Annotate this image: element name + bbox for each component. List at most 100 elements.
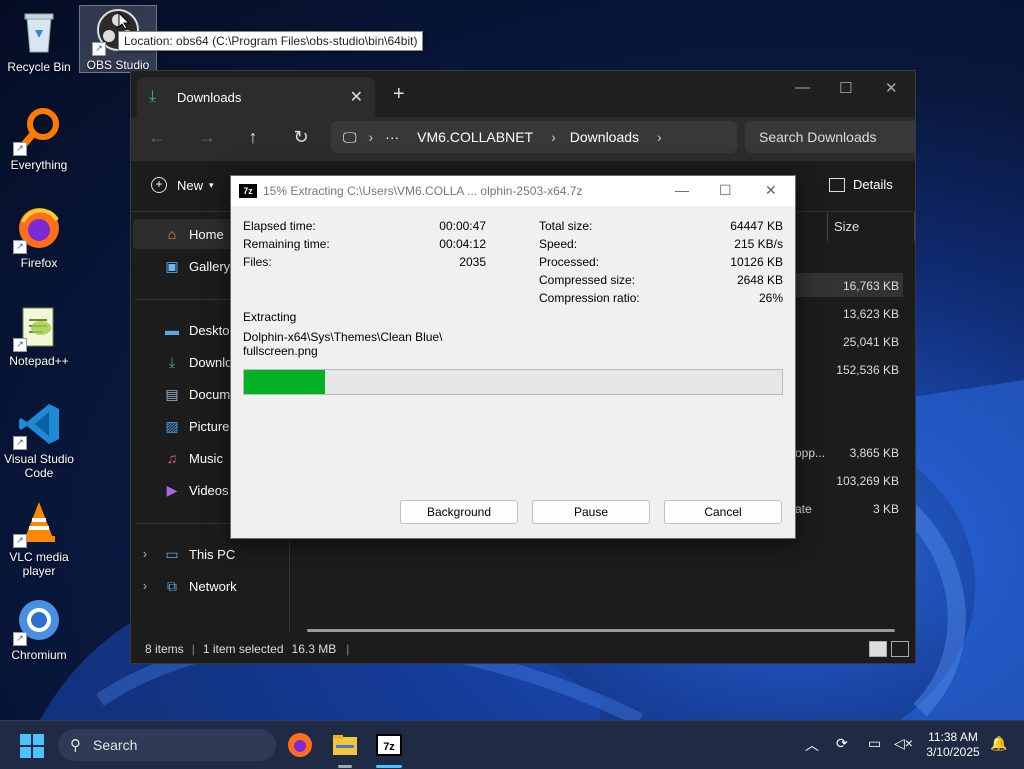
back-button[interactable]: ← xyxy=(145,127,169,148)
progress-bar xyxy=(243,369,783,395)
tab-downloads[interactable]: ⤓ Downloads ✕ xyxy=(137,77,375,117)
progress-bar-fill xyxy=(244,370,325,394)
pause-button[interactable]: Pause xyxy=(532,500,650,524)
vscode-icon: ↗ xyxy=(13,400,63,450)
maximize-button[interactable]: ☐ xyxy=(719,182,732,199)
search-input[interactable]: Search Downloads xyxy=(745,121,915,153)
desktop-icon-vscode[interactable]: ↗ Visual Studio Code xyxy=(1,400,77,480)
shortcut-arrow-icon: ↗ xyxy=(13,534,27,548)
sidebar-item-label: Pictures xyxy=(189,418,236,434)
clock-date: 3/10/2025 xyxy=(926,745,980,759)
horizontal-scrollbar[interactable] xyxy=(307,629,895,632)
details-button[interactable]: Details xyxy=(829,177,893,192)
documents-icon: ▤ xyxy=(165,386,179,402)
file-size: 103,269 KB xyxy=(836,474,899,488)
minimize-button[interactable]: — xyxy=(795,79,810,96)
forward-button[interactable]: → xyxy=(195,127,219,148)
tooltip: Location: obs64 (C:\Program Files\obs-st… xyxy=(118,31,424,51)
maximize-button[interactable]: ☐ xyxy=(839,79,852,97)
breadcrumb-downloads[interactable]: Downloads xyxy=(570,129,639,145)
speed-value: 215 KB/s xyxy=(734,237,783,251)
volume-muted-icon[interactable]: ◁× xyxy=(894,735,913,752)
current-file-path: Dolphin-x64\Sys\Themes\Clean Blue\ xyxy=(243,330,443,344)
taskbar-file-explorer[interactable] xyxy=(331,731,359,759)
breadcrumb-vm6[interactable]: VM6.COLLABNET xyxy=(417,129,533,145)
gallery-icon: ▣ xyxy=(165,258,179,274)
status-separator: | xyxy=(191,642,195,656)
taskbar-search-label: Search xyxy=(93,737,138,753)
pc-icon: ▭ xyxy=(165,546,179,562)
clock-time: 11:38 AM xyxy=(928,730,978,744)
details-view-button[interactable] xyxy=(869,641,887,657)
navigation-bar: ← → ↑ ↻ 🖵 › ··· VM6.COLLABNET › Download… xyxy=(131,117,915,161)
recycle-bin-icon xyxy=(15,8,63,56)
column-header-size[interactable]: Size xyxy=(827,213,915,241)
start-button[interactable] xyxy=(20,734,44,763)
sidebar-item-label: Network xyxy=(189,578,237,594)
desktop-icon-firefox[interactable]: ↗ Firefox xyxy=(1,204,77,270)
title-bar: ⤓ Downloads ✕ + — ☐ ✕ xyxy=(131,71,915,117)
compressed-size-label: Compressed size: xyxy=(539,273,636,287)
mouse-cursor-icon xyxy=(118,12,130,30)
sidebar-item-label: Music xyxy=(189,450,223,466)
windows-logo-icon xyxy=(20,734,44,758)
pictures-icon: ▨ xyxy=(165,418,179,434)
show-hidden-icons-chevron-icon[interactable]: ︿ xyxy=(805,735,819,755)
selection-size: 16.3 MB xyxy=(291,642,337,656)
chevron-right-icon[interactable]: › xyxy=(143,547,147,561)
new-button[interactable]: + New ▾ xyxy=(151,177,214,193)
shortcut-arrow-icon: ↗ xyxy=(13,142,27,156)
desktop-icon-chromium[interactable]: ↗ Chromium xyxy=(1,596,77,662)
chevron-right-icon[interactable]: › xyxy=(143,579,147,593)
desktop-icon-label: Chromium xyxy=(11,648,67,662)
firefox-icon: ↗ xyxy=(13,204,63,254)
download-icon: ⤓ xyxy=(149,88,157,105)
remaining-time-value: 00:04:12 xyxy=(439,237,486,251)
up-button[interactable]: ↑ xyxy=(241,127,265,148)
desktop-icon-notepadpp[interactable]: ↗ Notepad++ xyxy=(1,302,77,368)
desktop-icon-label: Everything xyxy=(10,158,68,172)
tiles-view-button[interactable] xyxy=(891,641,909,657)
update-icon[interactable]: ⟳ xyxy=(836,735,848,752)
breadcrumb-ellipsis[interactable]: ··· xyxy=(385,129,399,145)
network-status-icon[interactable]: ▭ xyxy=(868,735,881,752)
desktop-icon-everything[interactable]: ↗ Everything xyxy=(1,106,77,172)
shortcut-arrow-icon: ↗ xyxy=(13,338,27,352)
desktop-icon-label: Visual Studio Code xyxy=(4,452,74,480)
desktop-icon-vlc[interactable]: ↗ VLC media player xyxy=(1,498,77,578)
file-type-fragment: ate xyxy=(795,502,812,516)
total-size-value: 64447 KB xyxy=(730,219,783,233)
remaining-time-label: Remaining time: xyxy=(243,237,330,251)
background-button[interactable]: Background xyxy=(400,500,518,524)
close-button[interactable]: ✕ xyxy=(765,182,777,199)
close-button[interactable]: ✕ xyxy=(885,79,898,97)
system-clock[interactable]: 11:38 AM 3/10/2025 xyxy=(918,730,988,760)
add-circle-icon: + xyxy=(151,177,167,193)
desktop-icon-label: Notepad++ xyxy=(9,354,69,368)
new-tab-button[interactable]: + xyxy=(393,83,405,106)
item-count: 8 items xyxy=(145,642,184,656)
taskbar-7zip[interactable]: 7z xyxy=(375,731,403,759)
details-pane-icon xyxy=(829,177,845,192)
desktop-icon-label: Firefox xyxy=(20,256,58,270)
sidebar-item-network[interactable]: › ⧉ Network xyxy=(133,571,287,601)
minimize-button[interactable]: — xyxy=(675,182,689,198)
address-bar[interactable]: 🖵 › ··· VM6.COLLABNET › Downloads › xyxy=(331,121,737,153)
sidebar-item-this-pc[interactable]: › ▭ This PC xyxy=(133,539,287,569)
notification-bell-icon[interactable]: 🔔 xyxy=(990,735,1007,752)
close-tab-icon[interactable]: ✕ xyxy=(350,87,363,107)
sidebar-item-label: Gallery xyxy=(189,258,231,274)
refresh-button[interactable]: ↻ xyxy=(289,127,313,148)
file-size: 152,536 KB xyxy=(836,363,899,377)
compression-ratio-label: Compression ratio: xyxy=(539,291,640,305)
file-size: 13,623 KB xyxy=(842,307,899,321)
cancel-button[interactable]: Cancel xyxy=(664,500,782,524)
files-value: 2035 xyxy=(459,255,486,269)
operation-label: Extracting xyxy=(243,310,297,324)
home-icon: ⌂ xyxy=(167,226,177,242)
file-size: 25,041 KB xyxy=(842,335,899,349)
videos-icon: ▶ xyxy=(166,482,178,498)
desktop-icon-recycle-bin[interactable]: Recycle Bin xyxy=(1,8,77,74)
taskbar-firefox[interactable] xyxy=(286,731,314,759)
taskbar-search[interactable]: ⚲ Search xyxy=(58,729,276,761)
